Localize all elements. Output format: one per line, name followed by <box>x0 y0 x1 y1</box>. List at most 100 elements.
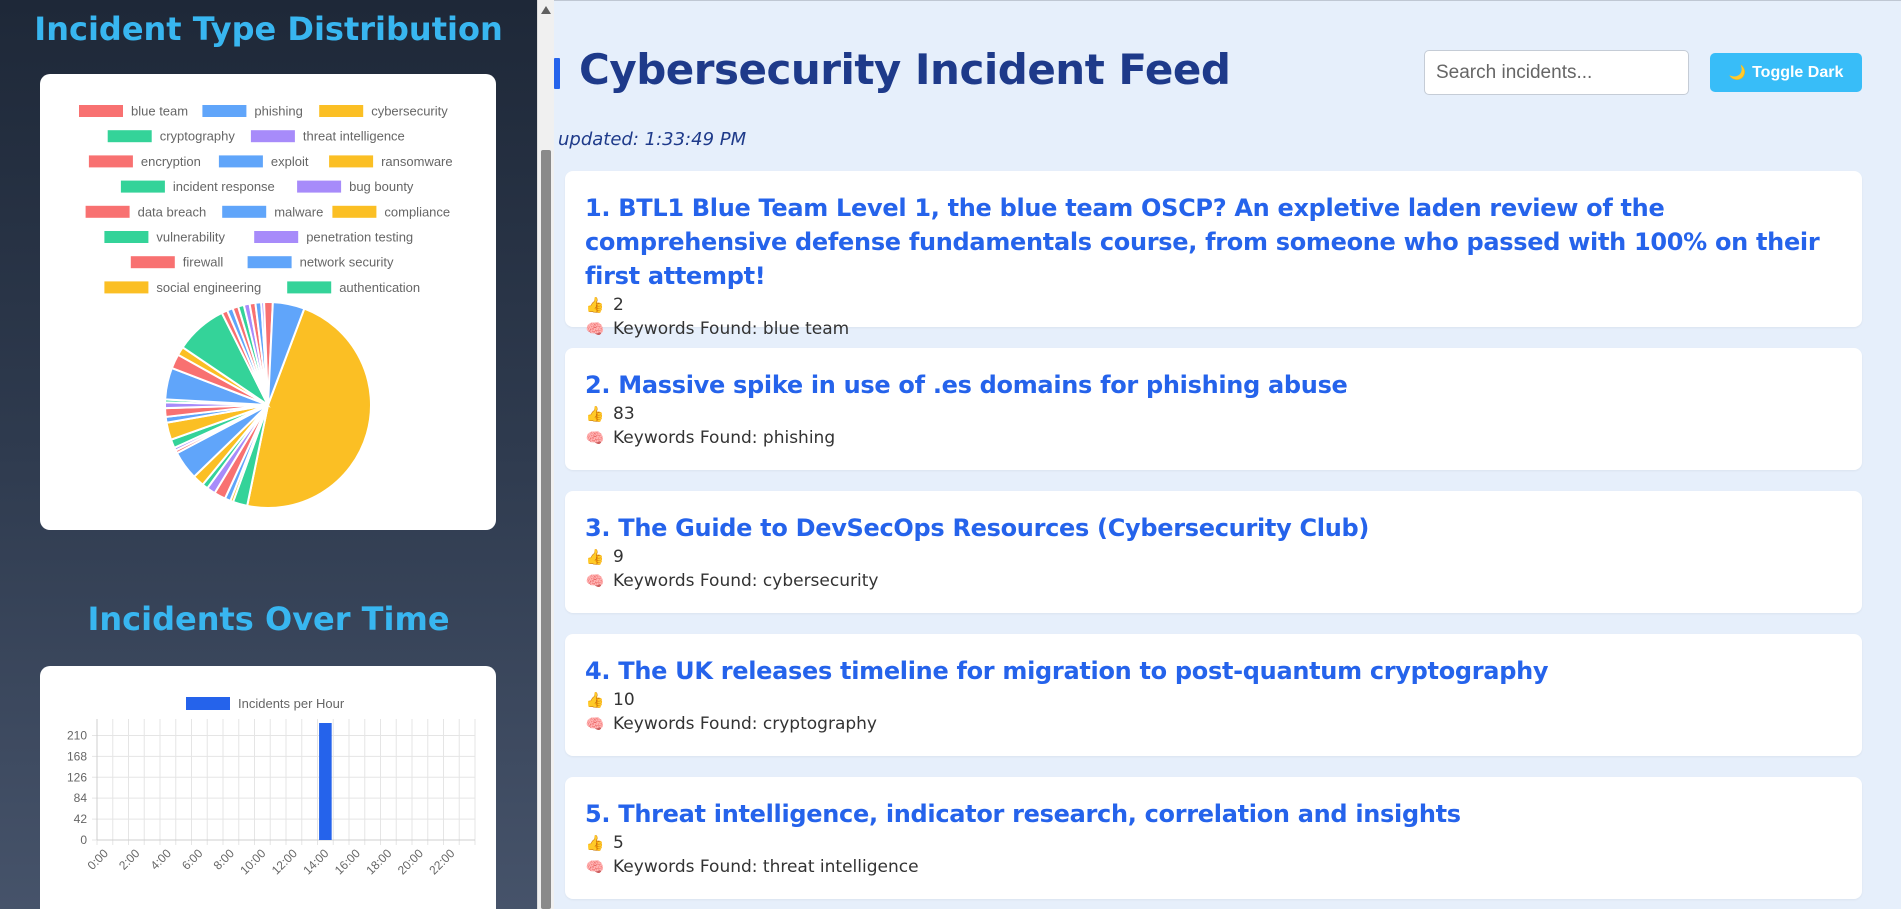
thumbs-up-icon: 👍 <box>585 691 605 709</box>
legend-label[interactable]: firewall <box>183 255 224 270</box>
pie-chart-card: blue team phishing cybersecurity cryptograp… <box>40 74 496 530</box>
legend-swatch[interactable] <box>79 105 123 117</box>
keywords-row: 🧠 Keywords Found: phishing <box>585 426 1842 450</box>
y-tick-label: 210 <box>67 728 87 742</box>
x-tick-label: 6:00 <box>179 846 206 873</box>
keywords-text: Keywords Found: blue team <box>613 319 850 339</box>
legend-label[interactable]: exploit <box>271 154 309 169</box>
legend-swatch[interactable] <box>85 205 130 218</box>
vote-count: 83 <box>613 404 635 424</box>
toggle-dark-button[interactable]: 🌙 Toggle Dark <box>1710 53 1862 92</box>
incident-title[interactable]: 1. BTL1 Blue Team Level 1, the blue team… <box>585 191 1842 293</box>
legend-label[interactable]: ransomware <box>381 154 453 169</box>
vote-count: 9 <box>613 547 624 567</box>
x-tick-label: 14:00 <box>300 846 331 877</box>
vote-row: 👍 9 <box>585 545 1842 569</box>
vote-row: 👍 5 <box>585 831 1842 855</box>
legend-swatch[interactable] <box>332 205 377 218</box>
legend-swatch[interactable] <box>88 155 133 168</box>
search-input[interactable] <box>1424 50 1689 95</box>
vote-row: 👍 2 <box>585 293 1842 317</box>
sidebar-scrollbar[interactable] <box>537 0 554 909</box>
legend-label[interactable]: penetration testing <box>306 230 413 245</box>
brain-icon: 🧠 <box>585 572 605 590</box>
legend-swatch[interactable] <box>319 105 364 117</box>
legend-label[interactable]: bug bounty <box>349 179 414 194</box>
x-tick-label: 20:00 <box>395 846 426 877</box>
bar[interactable] <box>319 723 332 840</box>
incident-card[interactable]: 2. Massive spike in use of .es domains f… <box>565 348 1862 470</box>
legend-swatch[interactable] <box>222 205 267 218</box>
vote-count: 10 <box>613 690 635 710</box>
legend-swatch[interactable] <box>329 155 374 168</box>
incident-card[interactable]: 4. The UK releases timeline for migratio… <box>565 634 1862 756</box>
legend-label[interactable]: data breach <box>138 204 207 219</box>
legend-swatch[interactable] <box>250 130 295 143</box>
keywords-text: Keywords Found: threat intelligence <box>613 857 919 877</box>
y-tick-label: 0 <box>80 833 87 847</box>
legend-label[interactable]: cybersecurity <box>371 104 448 119</box>
last-updated-text: updated: 1:33:49 PM <box>558 129 747 150</box>
legend-label[interactable]: vulnerability <box>156 230 225 245</box>
bar-chart-card: Incidents per Hour 0 42 84 126 168 210 0:00 2:00… <box>40 666 496 909</box>
title-accent-bar <box>554 58 560 89</box>
incident-title[interactable]: 3. The Guide to DevSecOps Resources (Cyb… <box>585 511 1842 545</box>
legend-swatch[interactable] <box>107 130 152 143</box>
incident-title[interactable]: 5. Threat intelligence, indicator resear… <box>585 797 1842 831</box>
legend-label[interactable]: blue team <box>131 104 188 119</box>
vote-row: 👍 10 <box>585 688 1842 712</box>
legend-label[interactable]: network security <box>300 255 394 270</box>
legend-label[interactable]: social engineering <box>156 280 261 295</box>
incident-card[interactable]: 5. Threat intelligence, indicator resear… <box>565 777 1862 899</box>
keywords-text: Keywords Found: phishing <box>613 428 836 448</box>
keywords-text: Keywords Found: cybersecurity <box>613 571 879 591</box>
keywords-row: 🧠 Keywords Found: cryptography <box>585 712 1842 736</box>
legend-label[interactable]: compliance <box>384 204 450 219</box>
brain-icon: 🧠 <box>585 429 605 447</box>
brain-icon: 🧠 <box>585 715 605 733</box>
x-tick-label: 4:00 <box>148 846 175 873</box>
legend-swatch[interactable] <box>104 231 149 243</box>
vote-row: 👍 83 <box>585 402 1842 426</box>
legend-swatch[interactable] <box>202 105 247 117</box>
incident-card[interactable]: 3. The Guide to DevSecOps Resources (Cyb… <box>565 491 1862 613</box>
x-tick-label: 22:00 <box>426 846 457 877</box>
legend-label[interactable]: threat intelligence <box>303 129 405 144</box>
brain-icon: 🧠 <box>585 320 605 338</box>
legend-swatch[interactable] <box>247 256 292 269</box>
legend-label[interactable]: cryptography <box>160 129 236 144</box>
legend-swatch[interactable] <box>287 281 332 294</box>
legend-label[interactable]: phishing <box>254 104 302 119</box>
brain-icon: 🧠 <box>585 858 605 876</box>
y-tick-label: 126 <box>67 770 87 784</box>
legend-label[interactable]: authentication <box>339 280 420 295</box>
thumbs-up-icon: 👍 <box>585 405 605 423</box>
incident-card[interactable]: 1. BTL1 Blue Team Level 1, the blue team… <box>565 171 1862 339</box>
x-tick-label: 12:00 <box>269 846 300 877</box>
scroll-up-arrow-icon[interactable] <box>541 6 551 14</box>
legend-label[interactable]: incident response <box>173 179 275 194</box>
incident-title[interactable]: 4. The UK releases timeline for migratio… <box>585 654 1842 688</box>
legend-swatch[interactable] <box>297 180 342 193</box>
legend-swatch[interactable] <box>254 231 299 243</box>
x-tick-label: 18:00 <box>363 846 394 877</box>
y-tick-label: 42 <box>74 812 88 826</box>
y-tick-label: 168 <box>67 749 87 763</box>
legend-label[interactable]: Incidents per Hour <box>238 696 345 711</box>
legend-swatch[interactable] <box>186 697 230 710</box>
x-tick-label: 2:00 <box>116 846 143 873</box>
incident-title[interactable]: 2. Massive spike in use of .es domains f… <box>585 368 1842 402</box>
legend-label[interactable]: encryption <box>141 154 201 169</box>
legend-swatch[interactable] <box>130 256 175 269</box>
legend-label[interactable]: malware <box>274 204 323 219</box>
thumbs-up-icon: 👍 <box>585 834 605 852</box>
incidents-over-time-heading: Incidents Over Time <box>87 600 450 638</box>
thumbs-up-icon: 👍 <box>585 548 605 566</box>
legend-swatch[interactable] <box>104 281 149 294</box>
legend-swatch[interactable] <box>218 155 263 168</box>
x-tick-label: 16:00 <box>332 846 363 877</box>
vote-count: 5 <box>613 833 624 853</box>
legend-swatch[interactable] <box>120 180 165 193</box>
scroll-thumb[interactable] <box>541 150 551 909</box>
keywords-row: 🧠 Keywords Found: blue team <box>585 317 1842 341</box>
